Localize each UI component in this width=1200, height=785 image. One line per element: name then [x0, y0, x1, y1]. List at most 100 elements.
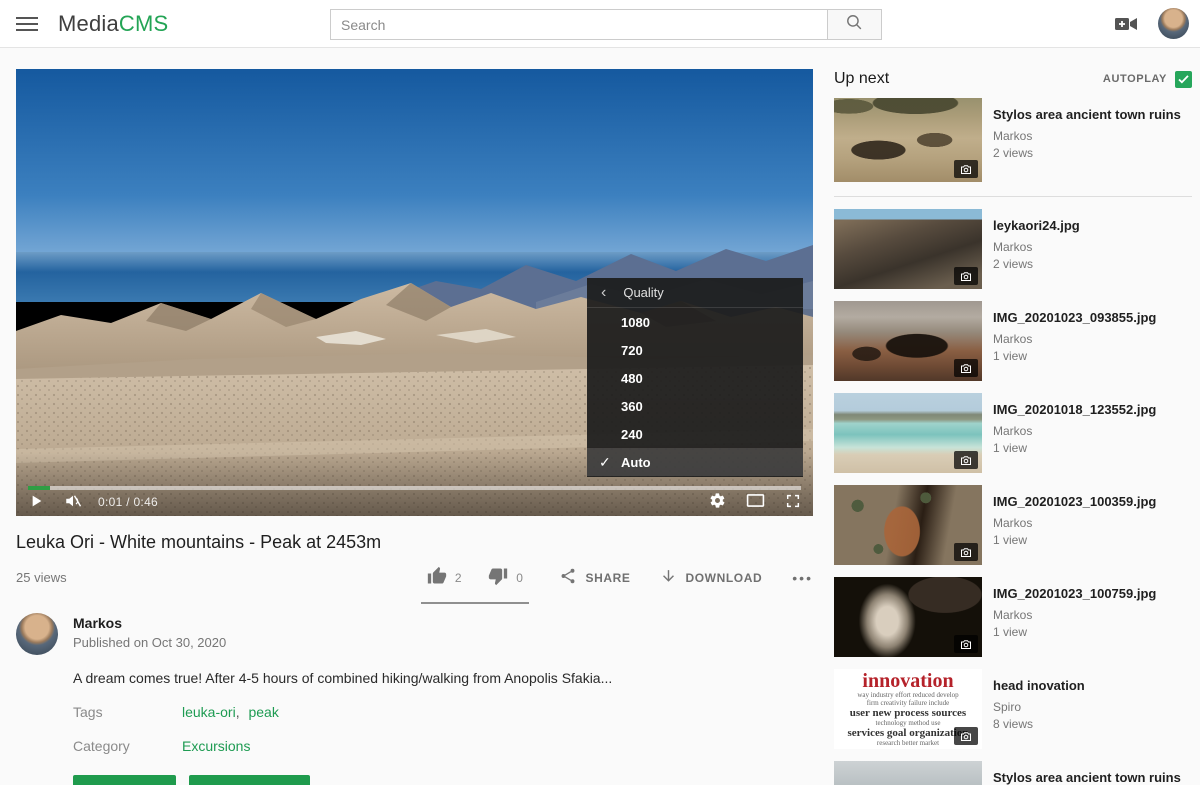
up-next-item-5[interactable]: IMG_20201023_100359.jpg Markos 1 view [834, 485, 1192, 565]
settings-button[interactable] [709, 492, 726, 512]
checkmark-icon [1178, 75, 1189, 84]
quality-option-720[interactable]: 720 [587, 336, 803, 364]
top-bar: MediaCMS [0, 0, 1200, 48]
thumbnail [834, 485, 982, 565]
sidebar-divider [834, 196, 1192, 197]
fullscreen-icon [785, 493, 801, 512]
author-avatar[interactable] [16, 613, 58, 655]
logo-cms: CMS [119, 11, 169, 36]
camera-icon [960, 639, 972, 650]
camera-icon [960, 363, 972, 374]
thumbnail [834, 209, 982, 289]
search-bar [330, 9, 882, 40]
like-button[interactable]: 2 [427, 566, 462, 589]
tags-row: Tags leuka-ori, peak [73, 704, 813, 720]
author-name[interactable]: Markos [73, 615, 226, 631]
photo-badge [954, 359, 978, 377]
up-next-heading: Up next [834, 70, 889, 88]
up-next-item-1[interactable]: Stylos area ancient town ruins Markos 2 … [834, 98, 1192, 182]
thumbnail: innovation way industry effort reduced d… [834, 669, 982, 749]
camera-icon [960, 164, 972, 175]
publish-date: Published on Oct 30, 2020 [73, 635, 226, 650]
quality-option-1080[interactable]: 1080 [587, 308, 803, 336]
video-player[interactable]: 0:01 / 0:46 ‹ Qua [16, 69, 813, 516]
quality-menu: ‹ Quality 1080 720 480 360 240 ✓ Auto [587, 278, 803, 477]
up-next-item-7[interactable]: innovation way industry effort reduced d… [834, 669, 1192, 749]
thumbs-down-icon [488, 566, 508, 589]
thumbnail [834, 761, 982, 785]
photo-badge [954, 160, 978, 178]
fullscreen-button[interactable] [785, 493, 801, 512]
like-count: 2 [455, 571, 462, 585]
camera-icon [960, 731, 972, 742]
rate-group: 2 0 [421, 566, 530, 604]
photo-badge [954, 451, 978, 469]
play-icon [28, 493, 44, 512]
share-button[interactable]: SHARE [559, 567, 630, 588]
autoplay-label: AUTOPLAY [1103, 73, 1167, 85]
tag-link-leuka-ori[interactable]: leuka-ori [182, 704, 236, 720]
time-display: 0:01 / 0:46 [98, 495, 158, 509]
up-next-item-4[interactable]: IMG_20201018_123552.jpg Markos 1 view [834, 393, 1192, 473]
tags-label: Tags [73, 704, 182, 720]
mute-button[interactable] [64, 492, 82, 513]
search-input[interactable] [330, 9, 827, 40]
thumbs-up-icon [427, 566, 447, 589]
app-logo[interactable]: MediaCMS [58, 11, 168, 37]
quality-option-480[interactable]: 480 [587, 364, 803, 392]
main-content: 0:01 / 0:46 ‹ Qua [0, 48, 1200, 785]
photo-badge [954, 543, 978, 561]
thumbnail [834, 393, 982, 473]
volume-muted-icon [64, 492, 82, 513]
category-row: Category Excursions [73, 738, 813, 754]
camera-icon [960, 271, 972, 282]
theater-mode-button[interactable] [746, 493, 765, 511]
category-label: Category [73, 738, 182, 754]
up-next-item-6[interactable]: IMG_20201023_100759.jpg Markos 1 view [834, 577, 1192, 657]
logo-media: Media [58, 11, 119, 36]
search-button[interactable] [827, 9, 882, 40]
theater-mode-icon [746, 493, 765, 511]
quality-menu-title: Quality [623, 285, 663, 300]
up-next-item-3[interactable]: IMG_20201023_093855.jpg Markos 1 view [834, 301, 1192, 381]
media-actions: 2 0 SHARE DOWNLOAD ••• [421, 566, 813, 589]
view-count: 25 views [16, 570, 67, 585]
photo-badge [954, 727, 978, 745]
menu-icon[interactable] [16, 14, 38, 34]
author-block: Markos Published on Oct 30, 2020 [16, 613, 813, 655]
thumbnail [834, 577, 982, 657]
camera-icon [960, 455, 972, 466]
search-icon [845, 13, 864, 37]
autoplay-checkbox[interactable] [1175, 71, 1192, 88]
quality-option-auto[interactable]: ✓ Auto [587, 448, 803, 476]
edit-media-button[interactable]: EDIT MEDIA [73, 775, 176, 785]
photo-badge [954, 267, 978, 285]
up-next-item-2[interactable]: leykaori24.jpg Markos 2 views [834, 209, 1192, 289]
play-button[interactable] [28, 493, 44, 512]
download-icon [660, 568, 677, 588]
quality-option-240[interactable]: 240 [587, 420, 803, 448]
media-description: A dream comes true! After 4-5 hours of c… [73, 670, 813, 686]
delete-media-button[interactable]: DELETE MEDIA [189, 775, 311, 785]
download-button[interactable]: DOWNLOAD [660, 568, 762, 588]
user-avatar[interactable] [1158, 8, 1189, 39]
more-actions-button[interactable]: ••• [792, 570, 813, 586]
back-icon: ‹ [601, 284, 606, 302]
tag-link-peak[interactable]: peak [248, 704, 278, 720]
category-link[interactable]: Excursions [182, 738, 250, 754]
quality-option-360[interactable]: 360 [587, 392, 803, 420]
dislike-count: 0 [516, 571, 523, 585]
check-icon: ✓ [599, 454, 621, 471]
upload-media-icon[interactable] [1114, 14, 1138, 34]
player-controls: 0:01 / 0:46 [16, 490, 813, 516]
gear-icon [709, 492, 726, 512]
quality-menu-back[interactable]: ‹ Quality [587, 278, 803, 308]
up-next-sidebar: Up next AUTOPLAY Stylos area ancient tow… [834, 69, 1192, 785]
dislike-button[interactable]: 0 [488, 566, 523, 589]
media-title: Leuka Ori - White mountains - Peak at 24… [16, 532, 813, 553]
photo-badge [954, 635, 978, 653]
camera-icon [960, 547, 972, 558]
thumbnail [834, 301, 982, 381]
up-next-item-8[interactable]: Stylos area ancient town ruins [834, 761, 1192, 785]
thumbnail [834, 98, 982, 182]
